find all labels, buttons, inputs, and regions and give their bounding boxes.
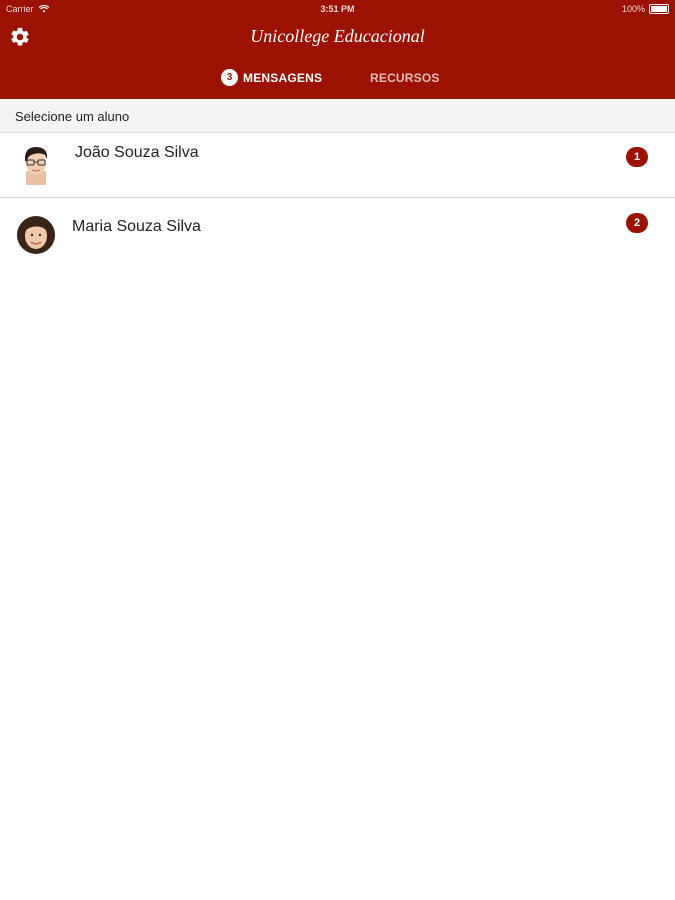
student-row[interactable]: Maria Souza Silva 2	[0, 199, 675, 263]
student-avatar	[24, 147, 48, 185]
messages-count-badge: 3	[221, 69, 238, 86]
student-row[interactable]: João Souza Silva 1	[0, 133, 675, 198]
app-header: Carrier 3:51 PM 100% Unicollege Educacio…	[0, 0, 675, 99]
tab-messages[interactable]: 3 MENSAGENS	[221, 69, 322, 86]
app-title: Unicollege Educacional	[250, 26, 425, 46]
section-header: Selecione um aluno	[0, 99, 675, 133]
section-label: Selecione um aluno	[15, 109, 130, 124]
status-bar: Carrier 3:51 PM 100%	[0, 0, 675, 20]
student-name: Maria Souza Silva	[72, 218, 201, 235]
unread-badge: 1	[626, 147, 648, 167]
student-avatar	[17, 216, 55, 254]
unread-badge: 2	[626, 213, 648, 233]
battery-icon	[649, 4, 669, 14]
tab-messages-label: MENSAGENS	[243, 70, 323, 85]
status-time: 3:51 PM	[320, 4, 355, 14]
student-name: João Souza Silva	[75, 144, 199, 161]
tab-bar: 3 MENSAGENS RECURSOS	[0, 69, 675, 89]
battery-percent: 100%	[621, 4, 645, 14]
tab-resources[interactable]: RECURSOS	[370, 71, 440, 85]
